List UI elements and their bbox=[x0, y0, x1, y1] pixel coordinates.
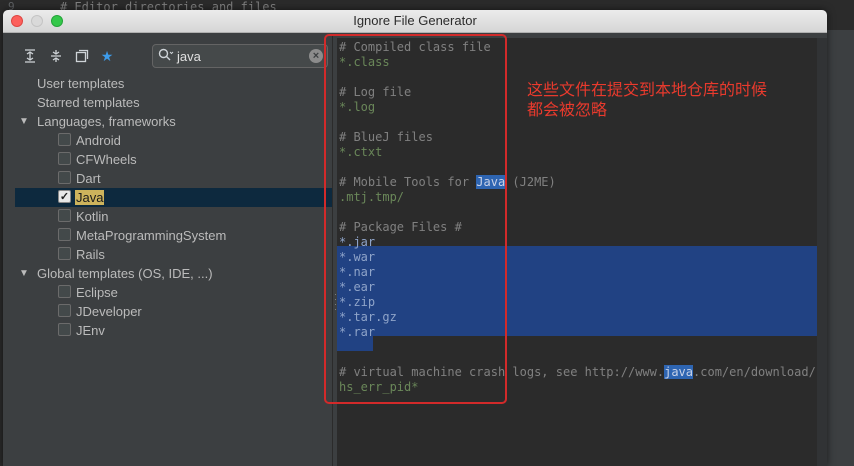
search-field[interactable]: java × bbox=[152, 44, 328, 68]
tree-item-label: Rails bbox=[76, 247, 105, 262]
tree-group-label: Global templates (OS, IDE, ...) bbox=[37, 266, 213, 281]
tree-item-metaprogrammingsystem[interactable]: MetaProgrammingSystem bbox=[15, 226, 332, 245]
tree-item-label: MetaProgrammingSystem bbox=[76, 228, 227, 243]
background-panel bbox=[826, 30, 854, 466]
code-text: (J2ME) bbox=[505, 175, 556, 189]
tree-item-cfwheels[interactable]: CFWheels bbox=[15, 150, 332, 169]
star-icon[interactable]: ★ bbox=[100, 49, 114, 63]
window-title: Ignore File Generator bbox=[353, 13, 477, 28]
tree-group-label: Languages, frameworks bbox=[37, 114, 176, 129]
annotation-line: 这些文件在提交到本地仓库的时候 bbox=[527, 80, 768, 99]
checkbox-checked[interactable]: ✓ bbox=[58, 190, 71, 203]
annotation-line: 都会被忽略 bbox=[527, 100, 608, 119]
tree-item-eclipse[interactable]: Eclipse bbox=[15, 283, 332, 302]
tree-item-jenv[interactable]: JEnv bbox=[15, 321, 332, 340]
tree-item-label: Dart bbox=[76, 171, 101, 186]
tree-item-label: JDeveloper bbox=[76, 304, 142, 319]
annotation-box bbox=[324, 34, 507, 404]
tree-item-kotlin[interactable]: Kotlin bbox=[15, 207, 332, 226]
editor-scroll-gutter bbox=[817, 38, 827, 466]
tree-item-label: Java bbox=[75, 190, 105, 205]
tree-item-label: User templates bbox=[37, 76, 125, 91]
tree-item-label: Eclipse bbox=[76, 285, 118, 300]
checkbox[interactable] bbox=[58, 323, 71, 336]
tree-item-label: Starred templates bbox=[37, 95, 140, 110]
tree-item-android[interactable]: Android bbox=[15, 131, 332, 150]
code-text: .com/en/download/he bbox=[693, 365, 827, 379]
tree-item-java[interactable]: ✓ Java bbox=[15, 188, 332, 207]
search-icon bbox=[158, 48, 174, 65]
checkbox[interactable] bbox=[58, 285, 71, 298]
tree-item-label: Android bbox=[76, 133, 121, 148]
checkbox[interactable] bbox=[58, 228, 71, 241]
tree-item-label: CFWheels bbox=[76, 152, 137, 167]
expand-all-icon[interactable] bbox=[23, 49, 37, 63]
checkbox[interactable] bbox=[58, 152, 71, 165]
checkbox[interactable] bbox=[58, 304, 71, 317]
expanded-arrow-icon[interactable]: ▼ bbox=[19, 112, 29, 131]
search-match: java bbox=[664, 365, 694, 379]
expanded-arrow-icon[interactable]: ▼ bbox=[19, 264, 29, 283]
tree-item-user-templates[interactable]: User templates bbox=[15, 74, 332, 93]
title-bar: Ignore File Generator bbox=[3, 10, 827, 33]
tree-item-dart[interactable]: Dart bbox=[15, 169, 332, 188]
tree-group-global[interactable]: ▼ Global templates (OS, IDE, ...) bbox=[15, 264, 332, 283]
clear-search-icon[interactable]: × bbox=[309, 49, 323, 63]
tree-item-label: JEnv bbox=[76, 323, 105, 338]
checkbox[interactable] bbox=[58, 171, 71, 184]
tree-group-languages[interactable]: ▼ Languages, frameworks bbox=[15, 112, 332, 131]
search-input[interactable]: java bbox=[177, 49, 201, 64]
select-icon[interactable] bbox=[75, 49, 89, 63]
checkbox[interactable] bbox=[58, 133, 71, 146]
annotation-text: 这些文件在提交到本地仓库的时候 都会被忽略 bbox=[527, 80, 817, 120]
tree-item-rails[interactable]: Rails bbox=[15, 245, 332, 264]
tree-item-starred-templates[interactable]: Starred templates bbox=[15, 93, 332, 112]
collapse-all-icon[interactable] bbox=[49, 49, 63, 63]
tree-item-label: Kotlin bbox=[76, 209, 109, 224]
tree-item-jdeveloper[interactable]: JDeveloper bbox=[15, 302, 332, 321]
checkbox[interactable] bbox=[58, 209, 71, 222]
checkbox[interactable] bbox=[58, 247, 71, 260]
